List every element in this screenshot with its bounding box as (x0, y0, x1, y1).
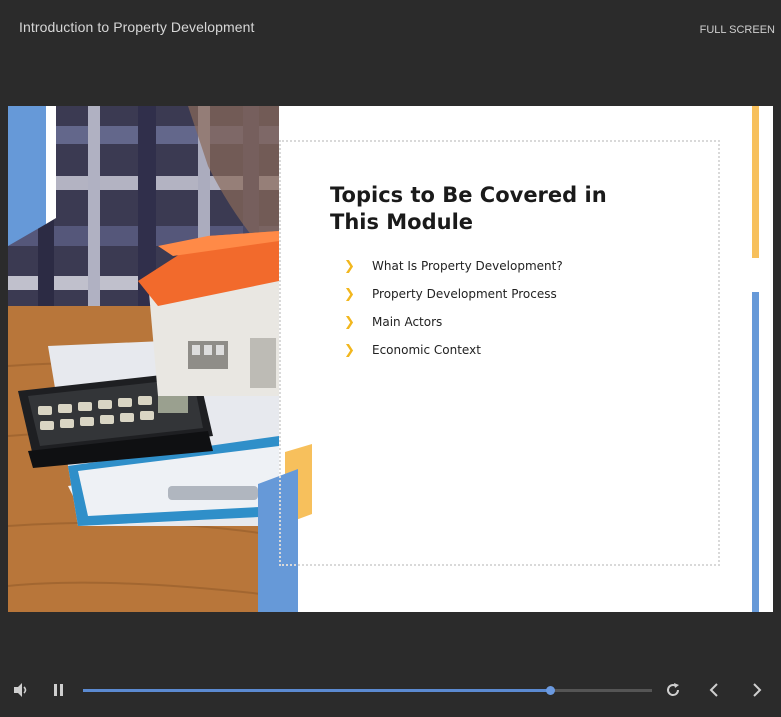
previous-icon (709, 683, 718, 697)
chevron-right-icon: ❯ (344, 314, 355, 330)
pause-icon (54, 684, 63, 696)
progress-handle[interactable] (545, 686, 555, 695)
yellow-accent-bar (752, 106, 759, 258)
volume-icon (14, 683, 27, 697)
next-button[interactable] (748, 681, 766, 704)
list-item: ❯ What Is Property Development? (344, 252, 563, 280)
slide: Topics to Be Covered in This Module ❯ Wh… (8, 106, 773, 612)
fullscreen-button[interactable]: FULL SCREEN (700, 24, 775, 36)
slide-photo-house-calculator (8, 106, 279, 612)
player-controls (0, 672, 781, 712)
list-item: ❯ Property Development Process (344, 280, 563, 308)
slide-title: Topics to Be Covered in This Module (330, 183, 607, 234)
blue-accent-bar (752, 292, 759, 612)
pause-button[interactable] (52, 681, 66, 704)
chevron-right-icon: ❯ (344, 286, 355, 302)
topic-list: ❯ What Is Property Development? ❯ Proper… (344, 252, 563, 364)
topic-label: Economic Context (372, 343, 481, 357)
chevron-right-icon: ❯ (344, 342, 355, 358)
list-item: ❯ Main Actors (344, 308, 563, 336)
topic-label: Property Development Process (372, 287, 557, 301)
replay-button[interactable] (664, 681, 682, 704)
replay-icon (667, 683, 680, 696)
course-title: Introduction to Property Development (19, 19, 255, 35)
volume-button[interactable] (12, 681, 30, 704)
list-item: ❯ Economic Context (344, 336, 563, 364)
next-icon (753, 683, 762, 697)
previous-button[interactable] (705, 681, 723, 704)
progress-bar[interactable] (83, 686, 652, 695)
chevron-right-icon: ❯ (344, 258, 355, 274)
player-header: Introduction to Property Development FUL… (0, 0, 781, 60)
topic-label: Main Actors (372, 315, 443, 329)
house-calculator-image (8, 106, 279, 612)
topic-label: What Is Property Development? (372, 259, 563, 273)
progress-fill (83, 689, 550, 692)
